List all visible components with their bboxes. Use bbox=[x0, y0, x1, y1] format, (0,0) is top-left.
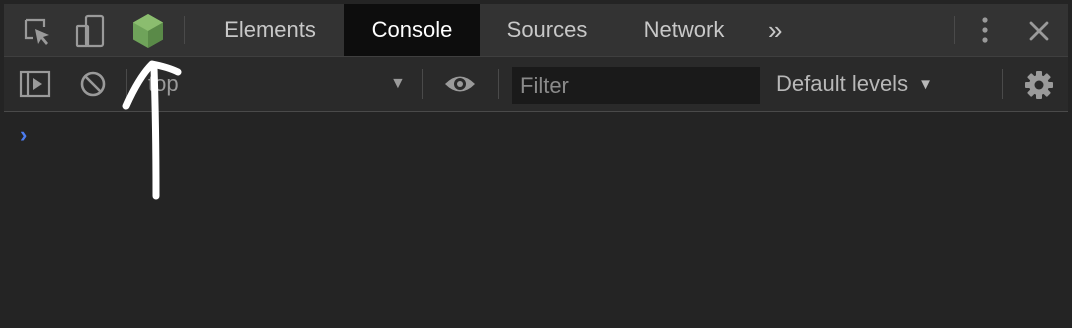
console-prompt: › bbox=[20, 122, 28, 147]
tabbar-separator bbox=[954, 16, 955, 44]
devtools-tabbar: Elements Console Sources Network » bbox=[4, 4, 1068, 57]
log-levels-dropdown[interactable]: Default levels ▼ bbox=[776, 57, 933, 111]
gear-icon[interactable] bbox=[1022, 69, 1056, 101]
chevron-down-icon: ▼ bbox=[918, 75, 933, 93]
tab-elements[interactable]: Elements bbox=[202, 4, 338, 56]
device-toggle-icon[interactable] bbox=[74, 14, 106, 48]
context-dropdown-arrow[interactable]: ▼ bbox=[390, 57, 406, 111]
tab-console[interactable]: Console bbox=[344, 4, 480, 56]
eye-icon[interactable] bbox=[442, 69, 478, 99]
tab-sources[interactable]: Sources bbox=[482, 4, 612, 56]
toolbar-separator bbox=[1002, 69, 1003, 99]
devtools-window: Elements Console Sources Network » top ▼… bbox=[4, 4, 1068, 328]
inspect-element-icon[interactable] bbox=[22, 16, 52, 46]
toolbar-separator bbox=[498, 69, 499, 99]
sidebar-toggle-icon[interactable] bbox=[18, 69, 52, 99]
kebab-menu-icon[interactable] bbox=[970, 14, 1000, 46]
more-tabs-button[interactable]: » bbox=[768, 4, 782, 56]
annotation-arrow bbox=[122, 60, 182, 200]
tab-network[interactable]: Network bbox=[622, 4, 746, 56]
close-icon[interactable] bbox=[1024, 16, 1054, 46]
node-js-icon[interactable] bbox=[130, 12, 166, 50]
clear-console-icon[interactable] bbox=[78, 69, 108, 99]
filter-input[interactable] bbox=[512, 67, 760, 104]
tabbar-separator bbox=[184, 16, 185, 44]
toolbar-separator bbox=[422, 69, 423, 99]
log-levels-label: Default levels bbox=[776, 71, 909, 96]
